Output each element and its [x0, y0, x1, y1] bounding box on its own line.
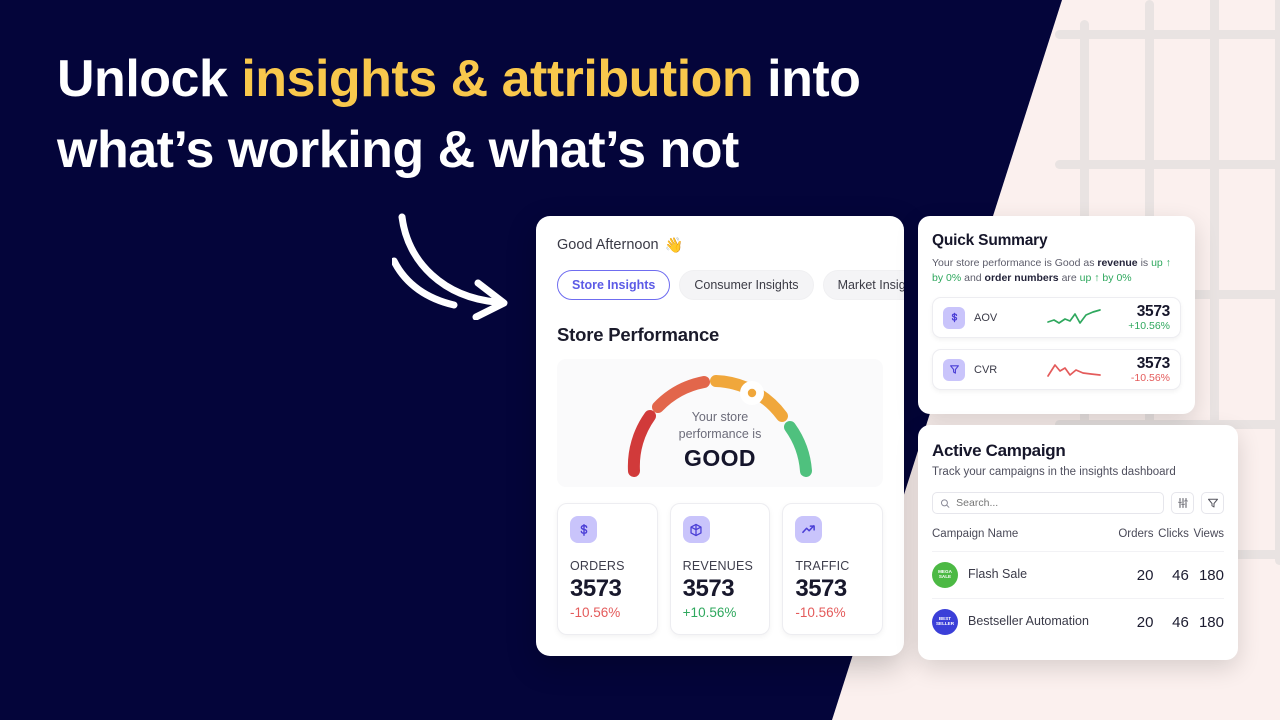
campaign-clicks: 46: [1153, 551, 1189, 599]
campaign-views: 180: [1188, 598, 1224, 645]
gauge-caption-line1: Your store: [691, 410, 749, 424]
metric-row-delta: +10.56%: [1128, 320, 1170, 333]
active-campaign-title: Active Campaign: [932, 441, 1066, 460]
campaign-clicks: 46: [1153, 598, 1189, 645]
metric-tile-value: 3573: [795, 575, 847, 602]
metric-row-value: 3573: [1136, 355, 1171, 373]
headline-line2: what’s working & what’s not: [57, 120, 739, 179]
column-header-clicks[interactable]: Clicks: [1153, 528, 1189, 552]
dollar-icon: [570, 516, 597, 543]
campaign-badge-icon: BEST SELLER: [932, 609, 958, 635]
metric-tile-value: 3573: [682, 575, 735, 602]
campaign-toolbar: [932, 492, 1224, 514]
curved-arrow-icon: [392, 213, 508, 320]
quick-summary-title: Quick Summary: [932, 232, 1048, 249]
table-row[interactable]: BEST SELLER Bestseller Automation 20 46 1…: [932, 598, 1224, 645]
tab-store-insights[interactable]: Store Insights: [557, 270, 671, 300]
metric-tile-delta: +10.56%: [682, 605, 737, 620]
metric-tile-label: TRAFFIC: [795, 559, 850, 573]
campaign-name-cell: MEGA SALE Flash Sale: [932, 551, 1113, 599]
metric-tiles: ORDERS 3573 -10.56% REVENUES 3573 +10.56…: [557, 503, 884, 635]
metric-row-values: 3573 -10.56%: [1112, 355, 1170, 384]
store-performance-title: Store Performance: [557, 324, 720, 345]
sparkline-down-icon: [1047, 364, 1101, 377]
headline-line1-pre: Unlock: [57, 50, 242, 108]
campaign-name-cell: BEST SELLER Bestseller Automation: [932, 598, 1113, 645]
search-icon: [940, 498, 950, 508]
column-header-orders[interactable]: Orders: [1113, 528, 1153, 552]
dollar-icon: [943, 306, 965, 329]
active-campaign-subtitle: Track your campaigns in the insights das…: [932, 466, 1176, 478]
table-row[interactable]: MEGA SALE Flash Sale 20 46 180: [932, 551, 1224, 599]
campaign-table: Campaign Name Orders Clicks Views MEGA SA…: [932, 528, 1224, 645]
gauge-verdict: GOOD: [684, 445, 756, 471]
quick-summary-card: Quick Summary Your store performance is …: [918, 216, 1195, 414]
campaign-name: Bestseller Automation: [968, 614, 1089, 629]
metric-row-delta: -10.56%: [1130, 372, 1170, 385]
box-icon: [682, 516, 710, 543]
campaign-orders: 20: [1112, 598, 1154, 645]
column-header-campaign-name[interactable]: Campaign Name: [932, 528, 1113, 552]
qs-part-1: Your store performance is Good as: [932, 257, 1098, 269]
table-header-row: Campaign Name Orders Clicks Views: [932, 528, 1224, 552]
metric-tile-label: REVENUES: [682, 559, 754, 573]
tab-consumer-insights[interactable]: Consumer Insights: [679, 270, 814, 300]
metric-row-cvr[interactable]: CVR 3573 -10.56%: [932, 349, 1181, 391]
qs-part-2: is: [1137, 257, 1152, 269]
gauge-caption-line2: performance is: [678, 427, 762, 442]
search-box[interactable]: [932, 492, 1164, 514]
metric-row-label: CVR: [974, 363, 998, 376]
settings-sliders-icon[interactable]: [1171, 492, 1194, 514]
search-input[interactable]: [956, 497, 1156, 509]
quick-summary-text: Your store performance is Good as revenu…: [932, 256, 1181, 286]
headline-highlight: insights & attribution: [241, 50, 754, 108]
filter-icon[interactable]: [1201, 492, 1224, 514]
qs-part-4: are: [1058, 272, 1080, 285]
active-campaign-card: Active Campaign Track your campaigns in …: [918, 425, 1238, 660]
metric-tile-traffic[interactable]: TRAFFIC 3573 -10.56%: [782, 503, 884, 635]
greeting: Good Afternoon 👋: [557, 236, 904, 254]
store-insights-dashboard-card: Good Afternoon 👋 Store Insights Consumer…: [536, 216, 904, 656]
column-header-views[interactable]: Views: [1189, 528, 1224, 552]
metric-tile-delta: -10.56%: [795, 605, 846, 620]
metric-row-label: AOV: [974, 311, 998, 324]
headline-line1-post: into: [753, 50, 861, 108]
metric-tile-revenues[interactable]: REVENUES 3573 +10.56%: [669, 503, 771, 635]
store-performance-gauge-panel: Your store performance is GOOD: [557, 359, 883, 487]
metric-row-values: 3573 +10.56%: [1112, 303, 1170, 332]
metric-row-value: 3573: [1136, 303, 1171, 321]
waving-hand-icon: 👋: [664, 237, 684, 254]
metric-tile-orders[interactable]: ORDERS 3573 -10.56%: [557, 503, 658, 635]
metric-tile-delta: -10.56%: [570, 605, 621, 620]
tab-market-insights[interactable]: Market Insights: [822, 270, 904, 300]
sparkline-up-icon: [1047, 309, 1101, 324]
campaign-badge-icon: MEGA SALE: [932, 562, 958, 588]
qs-green-2: up ↑ by 0%: [1079, 272, 1132, 285]
qs-bold-revenue: revenue: [1097, 257, 1138, 269]
qs-bold-orders: order numbers: [984, 272, 1059, 285]
trending-up-icon: [795, 516, 823, 543]
metric-tile-value: 3573: [570, 575, 622, 602]
gauge-caption: Your store performance is: [557, 409, 883, 444]
campaign-orders: 20: [1112, 551, 1154, 599]
greeting-text: Good Afternoon: [557, 237, 659, 253]
metric-row-aov[interactable]: AOV 3573 +10.56%: [932, 297, 1181, 339]
funnel-icon: [943, 358, 965, 381]
insights-tab-bar: Store Insights Consumer Insights Market …: [557, 270, 904, 300]
page-title: Unlock insights & attribution into what’…: [57, 44, 997, 185]
metric-tile-label: ORDERS: [570, 559, 625, 573]
campaign-views: 180: [1188, 551, 1224, 599]
campaign-name: Flash Sale: [968, 567, 1028, 582]
qs-part-3: and: [961, 272, 985, 285]
